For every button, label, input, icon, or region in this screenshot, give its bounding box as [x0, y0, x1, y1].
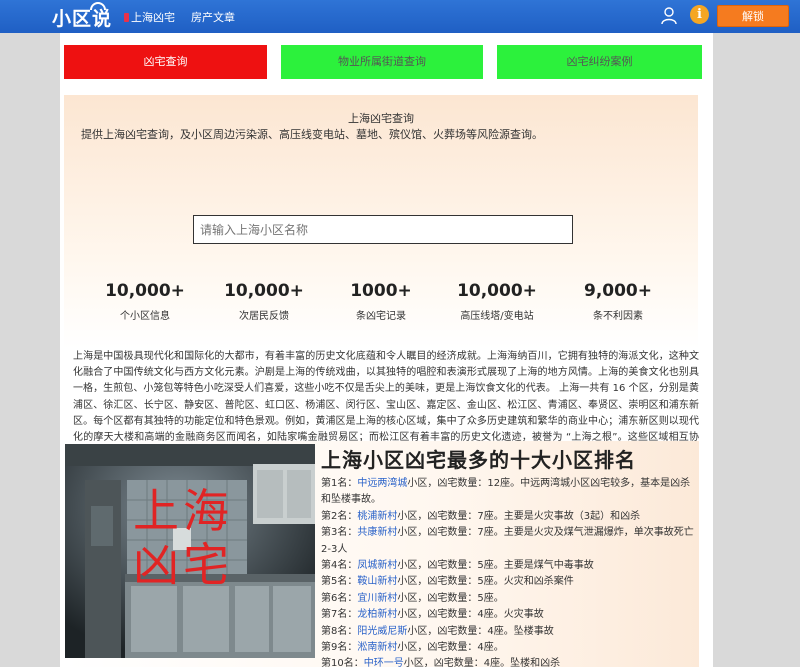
- community-link[interactable]: 宜川新村: [357, 593, 397, 604]
- stat-label: 个小区信息: [120, 311, 170, 322]
- user-icon[interactable]: [661, 7, 677, 25]
- top-navbar: 小区说 上海凶宅 房产文章 i 解锁: [0, 0, 800, 33]
- stat-towers: 10,000+ 高压线塔/变电站: [447, 281, 547, 322]
- list-item: 第4名：凤城新村小区，凶宅数量：5座。主要是煤气中毒事故: [321, 560, 594, 572]
- logo-text: 小区说: [52, 8, 113, 30]
- stat-number: 1000+: [350, 281, 412, 301]
- stat-feedback: 10,000+ 次居民反馈: [214, 281, 314, 322]
- stat-number: 10,000+: [457, 281, 537, 301]
- site-logo[interactable]: 小区说: [52, 2, 113, 31]
- community-link[interactable]: 龙柏新村: [357, 609, 397, 620]
- hero-title: 上海凶宅查询: [348, 112, 414, 125]
- stat-label: 条不利因素: [593, 311, 643, 322]
- community-link[interactable]: 共康新村: [357, 527, 397, 538]
- ranking-section: 上海凶宅 上海小区凶宅最多的十大小区排名 第1名：中远两湾城小区，凶宅数量：12…: [64, 441, 699, 667]
- main-nav: 上海凶宅 房产文章: [124, 9, 251, 25]
- list-item: 第3名：共康新村小区，凶宅数量：7座。主要是火灾及煤气泄漏爆炸，单次事故死亡2-…: [321, 527, 694, 555]
- stat-factors: 9,000+ 条不利因素: [568, 281, 668, 322]
- stat-label: 条凶宅记录: [356, 311, 406, 322]
- cloud-icon: [90, 2, 106, 10]
- stat-label: 高压线塔/变电站: [460, 311, 534, 322]
- image-caption: 上海凶宅: [133, 484, 233, 592]
- list-item: 第7名：龙柏新村小区，凶宅数量：4座。火灾事故: [321, 609, 544, 621]
- community-link[interactable]: 桃浦新村: [357, 511, 397, 522]
- location-pin-icon: [124, 12, 129, 22]
- community-link[interactable]: 淞南新村: [357, 642, 397, 653]
- list-item: 第8名：阳光威尼斯小区，凶宅数量：4座。坠楼事故: [321, 625, 554, 637]
- stat-number: 10,000+: [105, 281, 185, 301]
- list-item: 第5名：鞍山新村小区，凶宅数量：5座。火灾和凶杀案件: [321, 576, 574, 588]
- community-link[interactable]: 中环一号: [364, 658, 404, 667]
- ranking-title: 上海小区凶宅最多的十大小区排名: [321, 448, 636, 472]
- nav-item-articles[interactable]: 房产文章: [191, 9, 235, 25]
- stat-number: 10,000+: [224, 281, 304, 301]
- community-link[interactable]: 凤城新村: [357, 560, 397, 571]
- list-item: 第9名：淞南新村小区，凶宅数量：4座。: [321, 642, 504, 654]
- stat-number: 9,000+: [583, 281, 653, 301]
- query-button-row: 凶宅查询 物业所属街道查询 凶宅纠纷案例: [64, 45, 702, 79]
- hero-section: 上海凶宅查询 提供上海凶宅查询，及小区周边污染源、高压线变电站、墓地、殡仪馆、火…: [64, 95, 699, 459]
- haunted-kitchen-image: 上海凶宅: [65, 444, 315, 658]
- nav-item-shanghai-haunted[interactable]: 上海凶宅: [124, 9, 175, 25]
- stat-records: 1000+ 条凶宅记录: [331, 281, 431, 322]
- hero-description: 提供上海凶宅查询，及小区周边污染源、高压线变电站、墓地、殡仪馆、火葬场等风险源查…: [81, 128, 543, 141]
- stat-label: 次居民反馈: [239, 311, 289, 322]
- list-item: 第2名：桃浦新村小区，凶宅数量：7座。主要是火灾事故（3起）和凶杀: [321, 510, 641, 522]
- search-input[interactable]: [193, 215, 573, 244]
- nav-label: 房产文章: [191, 11, 235, 24]
- nav-label: 上海凶宅: [131, 11, 175, 24]
- info-icon[interactable]: i: [690, 5, 709, 24]
- community-link[interactable]: 鞍山新村: [357, 576, 397, 587]
- list-item: 第10名：中环一号小区，凶宅数量：4座。坠楼和凶杀: [321, 656, 697, 667]
- list-item: 第6名：宜川新村小区，凶宅数量：5座。: [321, 592, 504, 604]
- ranking-list: 第1名：中远两湾城小区，凶宅数量：12座。中远两湾城小区凶宅较多，基本是凶杀和坠…: [321, 476, 697, 667]
- dispute-cases-button[interactable]: 凶宅纠纷案例: [497, 45, 702, 79]
- unlock-button[interactable]: 解锁: [717, 5, 789, 27]
- community-link[interactable]: 中远两湾城: [357, 478, 407, 489]
- haunted-query-button[interactable]: 凶宅查询: [64, 45, 267, 79]
- stat-communities: 10,000+ 个小区信息: [95, 281, 195, 322]
- community-link[interactable]: 阳光威尼斯: [357, 626, 407, 637]
- list-item: 第1名：中远两湾城小区，凶宅数量：12座。中远两湾城小区凶宅较多，基本是凶杀和坠…: [321, 478, 691, 506]
- main-content: 凶宅查询 物业所属街道查询 凶宅纠纷案例 上海凶宅查询 提供上海凶宅查询，及小区…: [60, 33, 713, 667]
- street-query-button[interactable]: 物业所属街道查询: [281, 45, 483, 79]
